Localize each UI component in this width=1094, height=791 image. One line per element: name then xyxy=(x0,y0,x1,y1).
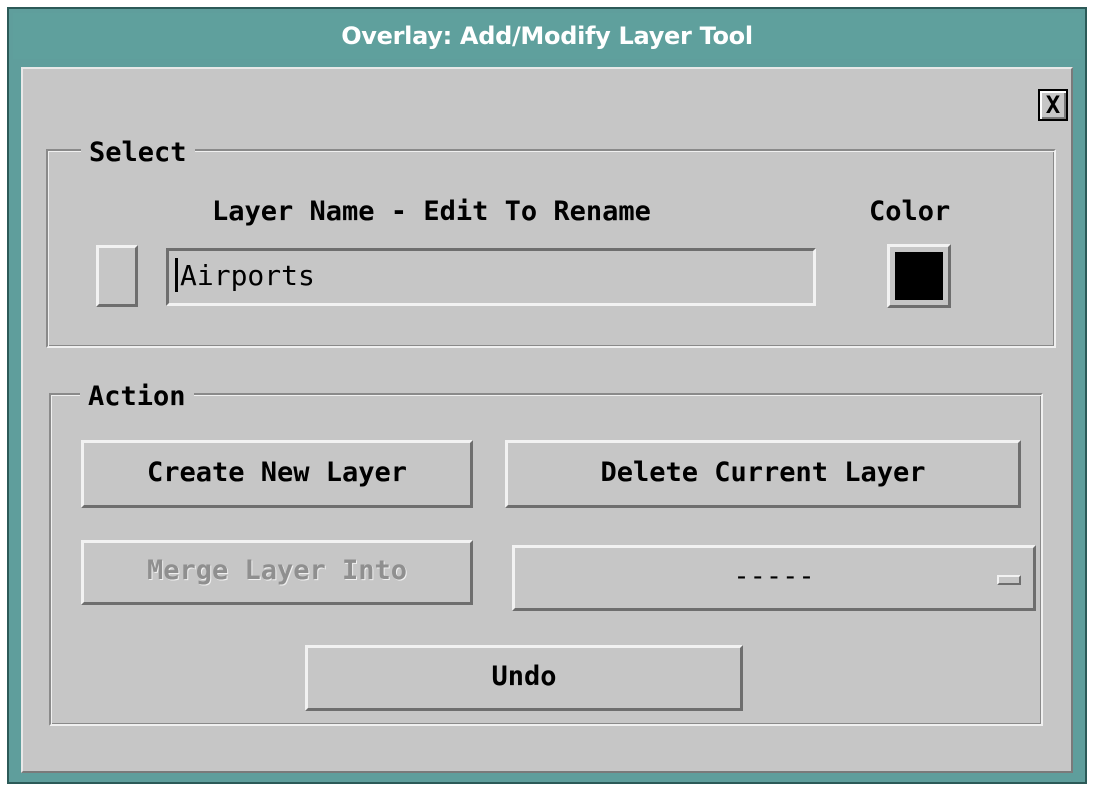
option-menu-indicator-icon xyxy=(997,575,1021,585)
close-button[interactable]: X xyxy=(1038,89,1068,121)
layer-name-value: Airports xyxy=(180,259,315,292)
delete-current-layer-label: Delete Current Layer xyxy=(600,457,926,488)
color-header: Color xyxy=(869,196,951,227)
dialog-body: X Select Layer Name - Edit To Rename Col… xyxy=(21,67,1073,773)
undo-button[interactable]: Undo xyxy=(305,645,743,711)
layer-name-header: Layer Name - Edit To Rename xyxy=(212,196,651,227)
color-swatch-button[interactable] xyxy=(887,244,951,308)
create-new-layer-label: Create New Layer xyxy=(146,457,408,488)
delete-current-layer-button[interactable]: Delete Current Layer xyxy=(505,440,1021,508)
undo-label: Undo xyxy=(491,661,557,692)
dialog-window: Overlay: Add/Modify Layer Tool X Select … xyxy=(7,7,1087,784)
layer-name-input[interactable]: Airports xyxy=(166,248,816,306)
action-group-legend: Action xyxy=(80,381,194,413)
window-title[interactable]: Overlay: Add/Modify Layer Tool xyxy=(13,13,1081,59)
merge-target-value: ----- xyxy=(733,561,815,592)
merge-layer-into-button[interactable]: Merge Layer Into xyxy=(81,540,473,605)
layer-select-toggle[interactable] xyxy=(96,245,138,307)
select-group-legend: Select xyxy=(81,137,195,169)
color-swatch xyxy=(895,252,943,300)
merge-target-option-menu[interactable]: ----- xyxy=(512,545,1036,611)
text-cursor xyxy=(175,258,178,292)
merge-layer-into-label: Merge Layer Into xyxy=(146,555,408,586)
create-new-layer-button[interactable]: Create New Layer xyxy=(81,440,473,508)
